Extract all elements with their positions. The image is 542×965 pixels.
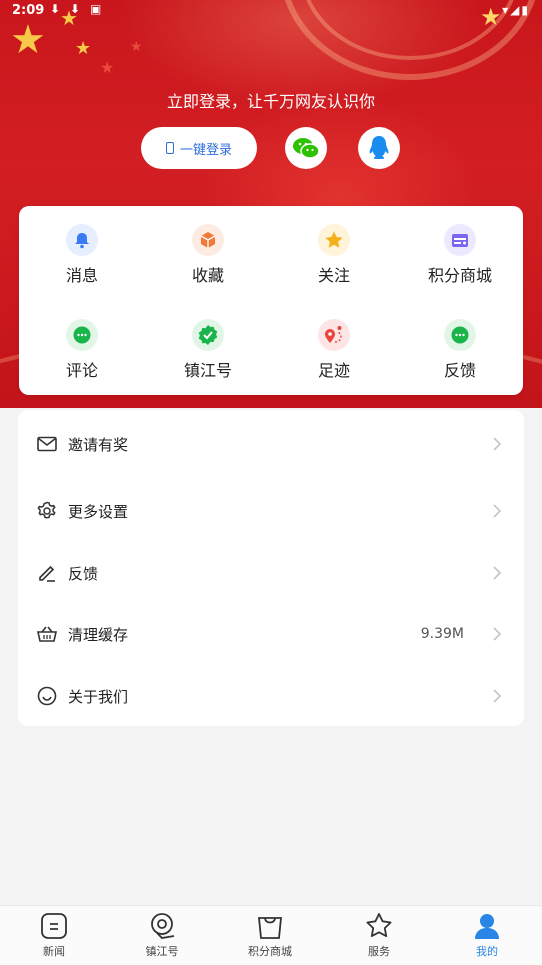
grid-item-points-mall[interactable]: 积分商城 — [397, 206, 523, 296]
star-decoration-icon: ★ — [75, 38, 92, 59]
tab-news[interactable]: 新闻 — [0, 906, 108, 965]
comment-icon — [66, 319, 98, 351]
star-decoration-icon: ★ — [100, 58, 115, 77]
menu-item-label: 邀请有奖 — [68, 435, 129, 454]
menu-item-clear-cache[interactable]: 清理缓存 9.39M — [18, 612, 524, 656]
login-hint-text: 立即登录，让千万网友认识你 — [166, 92, 375, 111]
grid-item-label: 收藏 — [191, 266, 224, 285]
menu-item-label: 关于我们 — [68, 687, 129, 706]
qq-icon — [369, 136, 389, 159]
grid-item-label: 反馈 — [443, 361, 476, 380]
menu-item-invite-rewards[interactable]: 邀请有奖 — [18, 422, 524, 466]
basket-icon — [37, 626, 57, 642]
verified-icon — [192, 319, 224, 351]
tab-label: 镇江号 — [145, 945, 179, 958]
edit-icon — [39, 565, 55, 582]
tab-label: 服务 — [368, 945, 390, 958]
bottom-tab-bar: 新闻 镇江号 积分商城 服务 我的 — [0, 905, 542, 965]
grid-item-favorites[interactable]: 收藏 — [145, 206, 271, 296]
menu-item-about-us[interactable]: 关于我们 — [18, 674, 524, 718]
chevron-right-icon — [493, 566, 502, 580]
feedback-icon — [444, 319, 476, 351]
download-icon: ⬇ — [50, 2, 61, 16]
status-time: 2:09 — [12, 3, 45, 18]
star-outline-icon — [366, 913, 392, 937]
menu-item-label: 清理缓存 — [68, 625, 129, 644]
grid-item-feedback[interactable]: 反馈 — [397, 301, 523, 391]
mail-icon — [37, 436, 57, 452]
wechat-login-button[interactable] — [285, 127, 327, 169]
download-icon: ⬇ — [70, 2, 81, 16]
star-decoration-icon: ★ — [10, 17, 46, 63]
star-decoration-icon: ★ — [130, 39, 143, 55]
grid-item-label: 评论 — [65, 361, 98, 380]
cache-size-value: 9.39M — [420, 626, 464, 642]
route-icon — [318, 319, 350, 351]
one-click-login-label: 一键登录 — [179, 142, 232, 158]
bell-icon — [66, 224, 98, 256]
chevron-right-icon — [493, 504, 502, 518]
store-icon — [444, 224, 476, 256]
gear-icon — [37, 501, 56, 519]
tab-points-mall[interactable]: 积分商城 — [216, 906, 324, 965]
quick-access-grid: 消息 收藏 关注 积分商城 评论 镇江号 足迹 反馈 — [19, 206, 523, 395]
wechat-icon — [293, 138, 320, 159]
notification-icon: ▣ — [90, 2, 102, 16]
menu-item-label: 反馈 — [68, 564, 99, 583]
system-icons: ▾◢▮ — [502, 3, 530, 17]
grid-item-label: 关注 — [317, 266, 350, 285]
phone-icon — [165, 142, 174, 154]
grid-item-messages[interactable]: 消息 — [19, 206, 145, 296]
menu-item-feedback[interactable]: 反馈 — [18, 551, 524, 595]
box-icon — [192, 224, 224, 256]
status-bar: 2:09 ⬇ ⬇ ▣ ▾◢▮ — [0, 0, 542, 22]
grid-item-label: 足迹 — [317, 361, 350, 380]
menu-item-label: 更多设置 — [68, 502, 129, 521]
bag-icon — [258, 917, 282, 939]
person-icon — [475, 914, 499, 939]
grid-item-label: 镇江号 — [183, 361, 232, 380]
one-click-login-button[interactable]: 一键登录 — [141, 127, 257, 169]
tab-zhenjiang-account[interactable]: 镇江号 — [108, 906, 216, 965]
menu-item-more-settings[interactable]: 更多设置 — [18, 489, 524, 533]
pin-icon — [151, 913, 175, 939]
grid-item-zhenjiang-account[interactable]: 镇江号 — [145, 301, 271, 391]
qq-login-button[interactable] — [358, 127, 400, 169]
tab-label: 我的 — [476, 945, 498, 958]
tab-services[interactable]: 服务 — [325, 906, 433, 965]
grid-item-label: 消息 — [65, 266, 98, 285]
news-icon — [41, 913, 67, 939]
star-icon — [318, 224, 350, 256]
settings-menu: 邀请有奖 更多设置 反馈 清理缓存 9.39M 关于我们 — [18, 410, 524, 726]
grid-item-label: 积分商城 — [427, 266, 492, 285]
tab-mine[interactable]: 我的 — [433, 906, 541, 965]
grid-item-following[interactable]: 关注 — [271, 206, 397, 296]
smile-icon — [37, 686, 57, 706]
grid-item-footprints[interactable]: 足迹 — [271, 301, 397, 391]
tab-label: 新闻 — [43, 945, 65, 958]
chevron-right-icon — [493, 689, 502, 703]
tab-label: 积分商城 — [248, 945, 292, 958]
chevron-right-icon — [493, 627, 502, 641]
chevron-right-icon — [493, 437, 502, 451]
grid-item-comments[interactable]: 评论 — [19, 301, 145, 391]
